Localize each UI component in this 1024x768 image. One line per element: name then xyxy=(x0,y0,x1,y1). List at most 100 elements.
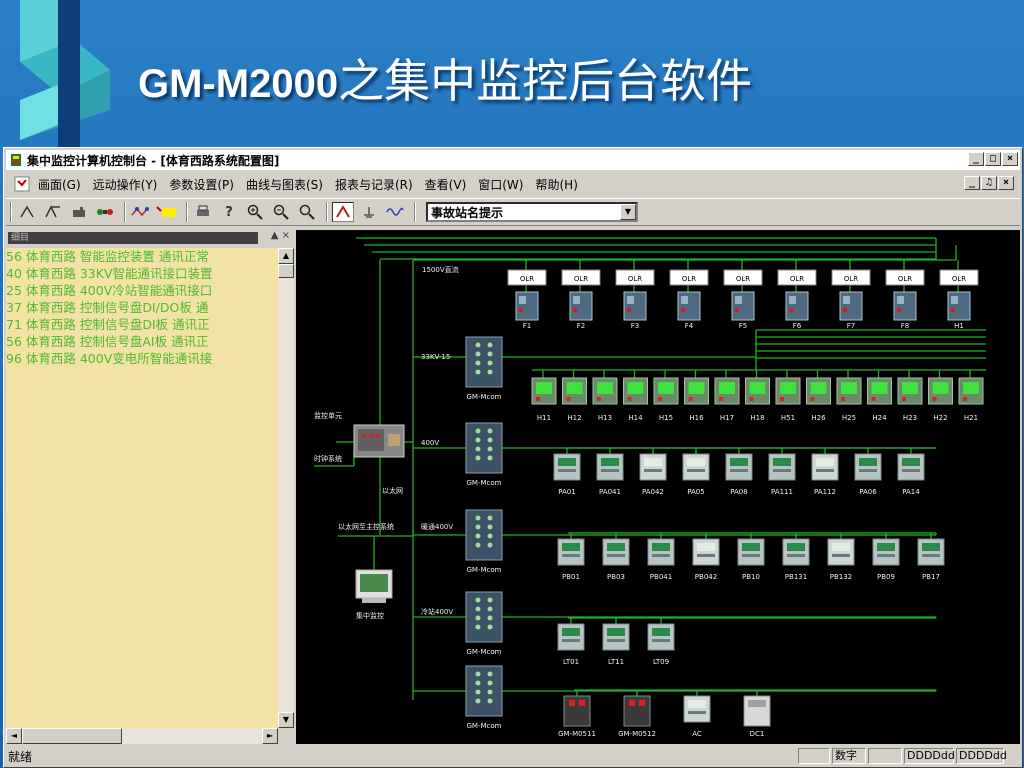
hv-unit-H24[interactable]: H24 xyxy=(867,377,892,422)
zoom-in-icon[interactable] xyxy=(244,202,266,222)
menu-window[interactable]: 窗口(W) xyxy=(478,176,523,193)
list-item[interactable]: 96 体育西路 400V变电所智能通讯接 xyxy=(6,350,278,367)
row-hvac-device-PB131[interactable]: PB131 xyxy=(782,538,810,581)
row-400v-device-PA111[interactable]: PA111 xyxy=(768,453,796,496)
scroll-right-icon[interactable]: ► xyxy=(262,728,278,744)
list-item[interactable]: 56 体育西路 智能监控装置 通讯正常 xyxy=(6,248,278,265)
help-icon[interactable]: ? xyxy=(218,202,240,222)
row-400v-device-PA08[interactable]: PA08 xyxy=(725,453,753,496)
dc-feeder-7[interactable]: OLR F7 xyxy=(831,269,871,330)
hv-unit-H14[interactable]: H14 xyxy=(623,377,648,422)
hv-unit-H15[interactable]: H15 xyxy=(653,377,679,422)
dc-feeder-9[interactable]: OLR H1 xyxy=(939,269,979,330)
list-item[interactable]: 40 体育西路 33KV智能通讯接口装置 xyxy=(6,265,278,282)
row-misc-device-GM-M0511[interactable]: GM-M0511 xyxy=(558,695,596,738)
row-hvac-device-PB01[interactable]: PB01 xyxy=(557,538,585,581)
hv-unit-H26[interactable]: H26 xyxy=(806,377,831,422)
list-item[interactable]: 37 体育西路 控制信号盘DI/DO板 通 xyxy=(6,299,278,316)
event-list[interactable]: 56 体育西路 智能监控装置 通讯正常 40 体育西路 33KV智能通讯接口装置… xyxy=(6,248,278,728)
list-item[interactable]: 71 体育西路 控制信号盘DI板 通讯正 xyxy=(6,316,278,333)
hv-unit-H13[interactable]: H13 xyxy=(592,377,618,422)
scroll-thumb[interactable] xyxy=(278,264,294,278)
scroll-left-icon[interactable]: ◄ xyxy=(6,728,22,744)
menu-remote-operation[interactable]: 远动操作(Y) xyxy=(93,176,158,193)
breaker-open-icon[interactable] xyxy=(16,202,38,222)
mdi-restore-button[interactable]: ♫ xyxy=(981,176,997,190)
link-topology-icon[interactable] xyxy=(130,202,152,222)
horizontal-scrollbar[interactable]: ◄ ► xyxy=(6,728,278,744)
list-item[interactable]: 25 体育西路 400V冷站智能通讯接口 xyxy=(6,282,278,299)
hscroll-thumb[interactable] xyxy=(22,728,122,744)
dc-feeder-3[interactable]: OLR F3 xyxy=(615,269,655,330)
dc-feeder-2[interactable]: OLR F2 xyxy=(561,269,601,330)
hv-unit-H16[interactable]: H16 xyxy=(684,377,709,422)
hv-unit-H23[interactable]: H23 xyxy=(897,377,923,422)
scroll-down-icon[interactable]: ▼ xyxy=(278,712,294,728)
row-400v-device-PA05[interactable]: PA05 xyxy=(682,453,710,496)
central-monitoring-pc[interactable] xyxy=(355,569,393,603)
dc-feeder-5[interactable]: OLR F5 xyxy=(723,269,763,330)
document-icon[interactable] xyxy=(14,176,30,192)
hv-unit-H18[interactable]: H18 xyxy=(745,377,770,422)
row-misc-gateway[interactable]: GM-Mcom xyxy=(465,665,503,730)
transformer-icon[interactable] xyxy=(68,202,90,222)
menu-help[interactable]: 帮助(H) xyxy=(535,176,577,193)
hv-unit-H21[interactable]: H21 xyxy=(958,377,984,422)
menu-curves-charts[interactable]: 曲线与图表(S) xyxy=(246,176,323,193)
row-hvac-device-PB03[interactable]: PB03 xyxy=(602,538,630,581)
row-misc-device-AC[interactable]: AC xyxy=(683,695,711,738)
mdi-minimize-button[interactable]: _ xyxy=(964,176,980,190)
zoom-out-icon[interactable] xyxy=(270,202,292,222)
hv-unit-H51[interactable]: H51 xyxy=(775,377,801,422)
row-cold-device-LT09[interactable]: LT09 xyxy=(647,623,675,666)
row-misc-device-GM-M0512[interactable]: GM-M0512 xyxy=(618,695,656,738)
dc-feeder-1[interactable]: OLR F1 xyxy=(507,269,547,330)
row-400v-device-PA112[interactable]: PA112 xyxy=(811,453,839,496)
window-minimize-button[interactable]: _ xyxy=(968,152,984,166)
row-400v-gateway[interactable]: GM-Mcom xyxy=(465,422,503,487)
scroll-up-icon[interactable]: ▲ xyxy=(278,248,294,264)
print-icon[interactable] xyxy=(192,202,214,222)
row-hvac-device-PB041[interactable]: PB041 xyxy=(647,538,675,581)
monitoring-unit[interactable] xyxy=(353,424,405,458)
breaker-close-icon[interactable] xyxy=(42,202,64,222)
mdi-close-button[interactable]: × xyxy=(998,176,1014,190)
menu-screen[interactable]: 画面(G) xyxy=(38,176,81,193)
system-config-diagram[interactable]: OLR F1 OLR F2 OLR F3 OLR F4 OLR F5 OLR F6 OLR F7 OLR F8… xyxy=(296,230,1020,744)
menu-reports-records[interactable]: 报表与记录(R) xyxy=(335,176,413,193)
row-400v-device-PA042[interactable]: PA042 xyxy=(639,453,667,496)
pointer-tool-icon[interactable] xyxy=(332,202,354,222)
row-hvac-device-PB17[interactable]: PB17 xyxy=(917,538,945,581)
row-cold-device-LT11[interactable]: LT11 xyxy=(602,623,630,666)
row-cold-device-LT01[interactable]: LT01 xyxy=(557,623,585,666)
station-alarm-select[interactable]: 事故站名提示 ▼ xyxy=(426,202,638,222)
waveform-icon[interactable] xyxy=(384,202,406,222)
row-hvac-device-PB10[interactable]: PB10 xyxy=(737,538,765,581)
dc-feeder-8[interactable]: OLR F8 xyxy=(885,269,925,330)
list-item[interactable]: 56 体育西路 控制信号盘AI板 通讯正 xyxy=(6,333,278,350)
row-400v-device-PA01[interactable]: PA01 xyxy=(553,453,581,496)
zoom-fit-icon[interactable] xyxy=(296,202,318,222)
menu-view[interactable]: 查看(V) xyxy=(425,176,467,193)
alarm-icon[interactable] xyxy=(156,202,178,222)
row-400v-device-PA041[interactable]: PA041 xyxy=(596,453,624,496)
window-titlebar[interactable]: 集中监控计算机控制台 - [体育西路系统配置图] _ □ × xyxy=(6,150,1020,170)
row-400v-device-PA14[interactable]: PA14 xyxy=(897,453,925,496)
hv-unit-H25[interactable]: H25 xyxy=(836,377,862,422)
row-hvac-device-PB132[interactable]: PB132 xyxy=(827,538,855,581)
row-hvac-device-PB042[interactable]: PB042 xyxy=(692,538,720,581)
row-400v-device-PA06[interactable]: PA06 xyxy=(854,453,882,496)
window-maximize-button[interactable]: □ xyxy=(985,152,1001,166)
row-cold-gateway[interactable]: GM-Mcom xyxy=(465,591,503,656)
event-panel-controls[interactable]: ▲ × xyxy=(271,230,290,241)
hv-unit-H17[interactable]: H17 xyxy=(714,377,740,422)
dc-feeder-6[interactable]: OLR F6 xyxy=(777,269,817,330)
row-hvac-device-PB09[interactable]: PB09 xyxy=(872,538,900,581)
hv-unit-H22[interactable]: H22 xyxy=(928,377,953,422)
switch-state-icon[interactable] xyxy=(94,202,116,222)
hv-unit-H11[interactable]: H11 xyxy=(531,377,557,422)
dc-feeder-4[interactable]: OLR F4 xyxy=(669,269,709,330)
vertical-scrollbar[interactable]: ▲ ▼ xyxy=(278,248,294,728)
hv-unit-H12[interactable]: H12 xyxy=(562,377,587,422)
row-misc-device-DC1[interactable]: DC1 xyxy=(743,695,771,738)
